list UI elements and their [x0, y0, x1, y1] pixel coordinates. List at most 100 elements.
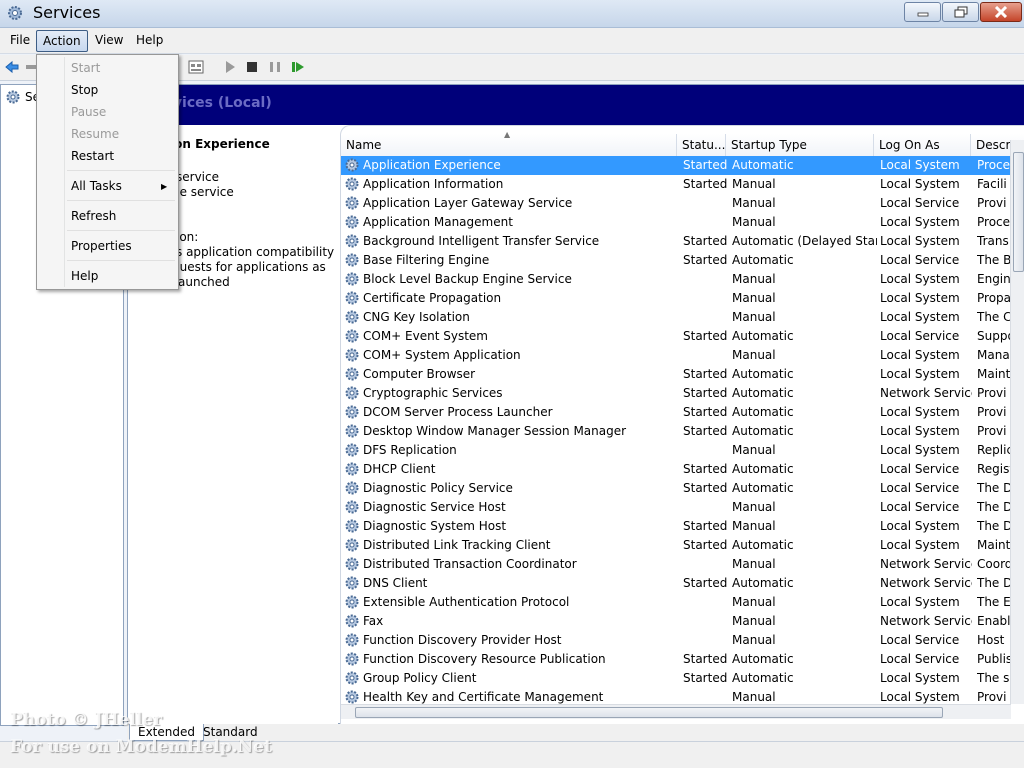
stop-service-link[interactable]: service [176, 170, 219, 184]
service-description: Host [977, 633, 1005, 647]
service-startup-type: Manual [732, 595, 776, 609]
vertical-scrollbar[interactable] [1010, 140, 1024, 704]
table-row[interactable]: DNS Client Started Automatic Network Servic… [341, 574, 1011, 593]
service-startup-type: Manual [732, 196, 776, 210]
table-row[interactable]: Certificate Propagation Manual Local Syste… [341, 289, 1011, 308]
service-status: Started [683, 177, 728, 191]
export-list-icon[interactable] [188, 59, 204, 75]
service-description: The D [977, 481, 1011, 495]
horizontal-scroll-thumb[interactable] [355, 707, 943, 718]
service-log-on-as: Local System [880, 291, 960, 305]
service-startup-type: Manual [732, 310, 776, 324]
horizontal-scrollbar[interactable] [341, 704, 1011, 719]
service-log-on-as: Local Service [880, 329, 960, 343]
menu-view[interactable]: View [89, 30, 129, 52]
restore-button[interactable] [942, 2, 979, 22]
table-row[interactable]: Application Management Manual Local System… [341, 213, 1011, 232]
table-row[interactable]: Function Discovery Resource Publication S… [341, 650, 1011, 669]
service-gear-icon [344, 556, 360, 572]
play-icon[interactable] [222, 59, 238, 75]
table-row[interactable]: CNG Key Isolation Manual Local System The C [341, 308, 1011, 327]
vertical-scroll-thumb[interactable] [1013, 152, 1024, 272]
pause-icon[interactable] [267, 59, 283, 75]
table-row[interactable]: Group Policy Client Started Automatic Local… [341, 669, 1011, 688]
service-status: Started [683, 519, 728, 533]
service-gear-icon [344, 176, 360, 192]
menu-item-resume[interactable]: Resume [71, 124, 119, 144]
table-row[interactable]: COM+ Event System Started Automatic Local S… [341, 327, 1011, 346]
menu-item-pause[interactable]: Pause [71, 102, 106, 122]
service-log-on-as: Local Service [880, 633, 960, 647]
service-startup-type: Manual [732, 177, 776, 191]
stop-icon[interactable] [244, 59, 260, 75]
service-name: Diagnostic Service Host [363, 500, 506, 514]
service-log-on-as: Network Service [880, 386, 972, 400]
menu-item-help[interactable]: Help [71, 266, 98, 286]
service-description: Replic [977, 443, 1011, 457]
menu-item-start[interactable]: Start [71, 58, 100, 78]
table-row[interactable]: Background Intelligent Transfer Service S… [341, 232, 1011, 251]
service-description: The E [977, 595, 1011, 609]
minimize-button[interactable] [904, 2, 941, 22]
restore-icon [954, 6, 967, 18]
menu-item-all-tasks[interactable]: All Tasks [71, 176, 122, 196]
table-row[interactable]: Block Level Backup Engine Service Manual L… [341, 270, 1011, 289]
service-gear-icon [344, 442, 360, 458]
table-row[interactable]: Fax Manual Network Service Enabl [341, 612, 1011, 631]
table-row[interactable]: Computer Browser Started Automatic Local Sy… [341, 365, 1011, 384]
table-row[interactable]: DHCP Client Started Automatic Local Service… [341, 460, 1011, 479]
description-text-3: aunched [178, 275, 230, 289]
service-log-on-as: Local System [880, 538, 960, 552]
back-arrow-icon[interactable] [4, 59, 20, 75]
service-name: Application Information [363, 177, 504, 191]
table-row[interactable]: DCOM Server Process Launcher Started Autom… [341, 403, 1011, 422]
table-row[interactable]: Distributed Link Tracking Client Started A… [341, 536, 1011, 555]
title-bar[interactable]: Services [0, 0, 1024, 28]
table-row[interactable]: Diagnostic System Host Started Manual Local… [341, 517, 1011, 536]
column-header-startup-type[interactable]: Startup Type [726, 134, 874, 156]
services-gear-icon [8, 6, 22, 20]
service-gear-icon [344, 651, 360, 667]
service-startup-type: Automatic [732, 367, 794, 381]
column-header-status[interactable]: Statu... [677, 134, 726, 156]
restart-icon[interactable] [290, 59, 306, 75]
table-row[interactable]: Application Layer Gateway Service Manual L… [341, 194, 1011, 213]
service-description: Provi [977, 196, 1007, 210]
table-row[interactable]: Diagnostic Policy Service Started Automati… [341, 479, 1011, 498]
table-row[interactable]: COM+ System Application Manual Local Syste… [341, 346, 1011, 365]
table-row[interactable]: Application Experience Started Automatic Lo… [341, 156, 1011, 175]
column-header-log-on-as[interactable]: Log On As [874, 134, 971, 156]
service-description: Trans [977, 234, 1009, 248]
table-row[interactable]: DFS Replication Manual Local System Replic [341, 441, 1011, 460]
service-name: Desktop Window Manager Session Manager [363, 424, 627, 438]
menu-item-restart[interactable]: Restart [71, 146, 114, 166]
menu-item-refresh[interactable]: Refresh [71, 206, 116, 226]
service-status: Started [683, 576, 728, 590]
table-row[interactable]: Desktop Window Manager Session Manager St… [341, 422, 1011, 441]
services-gear-icon [6, 90, 20, 104]
close-button[interactable] [980, 2, 1022, 22]
restart-service-link[interactable]: he service [172, 185, 234, 199]
service-status: Started [683, 671, 728, 685]
table-row[interactable]: Diagnostic Service Host Manual Local Servi… [341, 498, 1011, 517]
menu-file[interactable]: File [4, 30, 36, 52]
service-gear-icon [344, 423, 360, 439]
menu-action[interactable]: Action [36, 30, 88, 52]
table-row[interactable]: Distributed Transaction Coordinator Manua… [341, 555, 1011, 574]
tree-item-services-local[interactable]: Se [5, 89, 40, 105]
service-startup-type: Automatic [732, 671, 794, 685]
service-log-on-as: Local System [880, 405, 960, 419]
menu-item-properties[interactable]: Properties [71, 236, 132, 256]
menu-item-stop[interactable]: Stop [71, 80, 98, 100]
table-row[interactable]: Extensible Authentication Protocol Manual… [341, 593, 1011, 612]
table-row[interactable]: Base Filtering Engine Started Automatic Loc… [341, 251, 1011, 270]
service-description: The D [977, 576, 1011, 590]
service-gear-icon [344, 404, 360, 420]
table-row[interactable]: Cryptographic Services Started Automatic Ne… [341, 384, 1011, 403]
service-name: Cryptographic Services [363, 386, 503, 400]
service-gear-icon [344, 613, 360, 629]
table-row[interactable]: Application Information Started Manual Loca… [341, 175, 1011, 194]
table-row[interactable]: Function Discovery Provider Host Manual Lo… [341, 631, 1011, 650]
service-gear-icon [344, 347, 360, 363]
menu-help[interactable]: Help [130, 30, 169, 52]
